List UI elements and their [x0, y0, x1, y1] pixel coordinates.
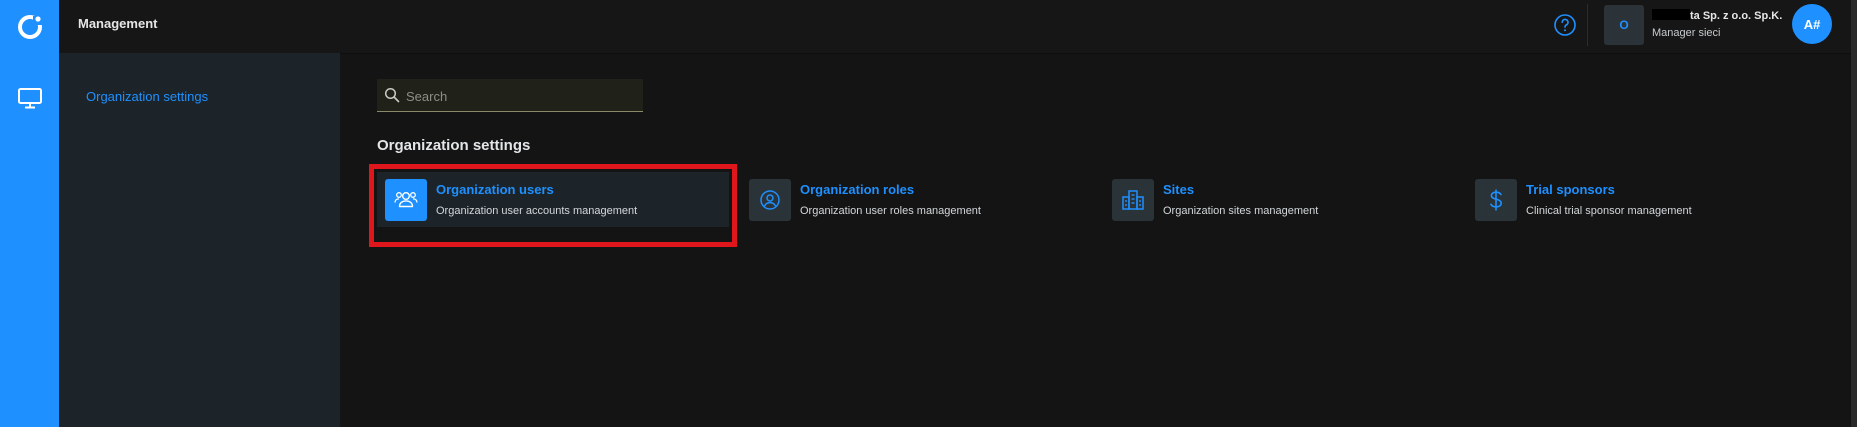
search-input[interactable]	[404, 79, 640, 113]
search-icon	[384, 87, 400, 103]
dollar-icon	[1475, 179, 1517, 221]
card-title: Trial sponsors	[1526, 182, 1615, 197]
app-logo-icon[interactable]	[0, 0, 59, 53]
redaction-block	[1652, 9, 1690, 20]
app-title: Management	[78, 16, 158, 31]
card-trial-sponsors[interactable]: Trial sponsors Clinical trial sponsor ma…	[1467, 172, 1819, 227]
card-title: Organization roles	[800, 182, 915, 197]
card-sites[interactable]: Sites Organization sites management	[1104, 172, 1456, 227]
org-name-text: ta Sp. z o.o. Sp.K.	[1690, 10, 1783, 22]
user-avatar[interactable]: A#	[1792, 4, 1832, 44]
top-bar: Management O ta Sp. z o.o. Sp.K. Manager…	[59, 0, 1857, 54]
users-icon	[385, 179, 427, 221]
card-title: Sites	[1163, 182, 1195, 197]
card-organization-users[interactable]: Organization users Organization user acc…	[377, 172, 729, 227]
org-avatar[interactable]: O	[1604, 5, 1644, 45]
buildings-icon	[1112, 179, 1154, 221]
section-title: Organization settings	[377, 137, 531, 154]
side-nav: Organization settings	[59, 53, 340, 427]
app-rail	[0, 0, 59, 427]
scrollbar[interactable]	[1851, 0, 1857, 427]
user-circle-icon	[749, 179, 791, 221]
card-organization-roles[interactable]: Organization roles Organization user rol…	[741, 172, 1093, 227]
sidebar-item-organization-settings[interactable]: Organization settings	[86, 89, 208, 104]
org-initial: O	[1619, 18, 1629, 32]
search-box[interactable]	[377, 79, 643, 113]
card-description: Organization user roles management	[800, 205, 981, 217]
card-description: Organization sites management	[1163, 205, 1319, 217]
header-divider	[1587, 4, 1588, 46]
monitor-icon[interactable]	[0, 78, 59, 118]
org-role: Manager sieci	[1652, 27, 1721, 39]
card-description: Organization user accounts management	[436, 205, 638, 217]
card-description: Clinical trial sponsor management	[1526, 205, 1692, 217]
help-circle-icon[interactable]	[1553, 13, 1577, 37]
card-title: Organization users	[436, 182, 554, 197]
org-name: ta Sp. z o.o. Sp.K.	[1652, 9, 1782, 22]
user-initials: A#	[1803, 16, 1821, 32]
